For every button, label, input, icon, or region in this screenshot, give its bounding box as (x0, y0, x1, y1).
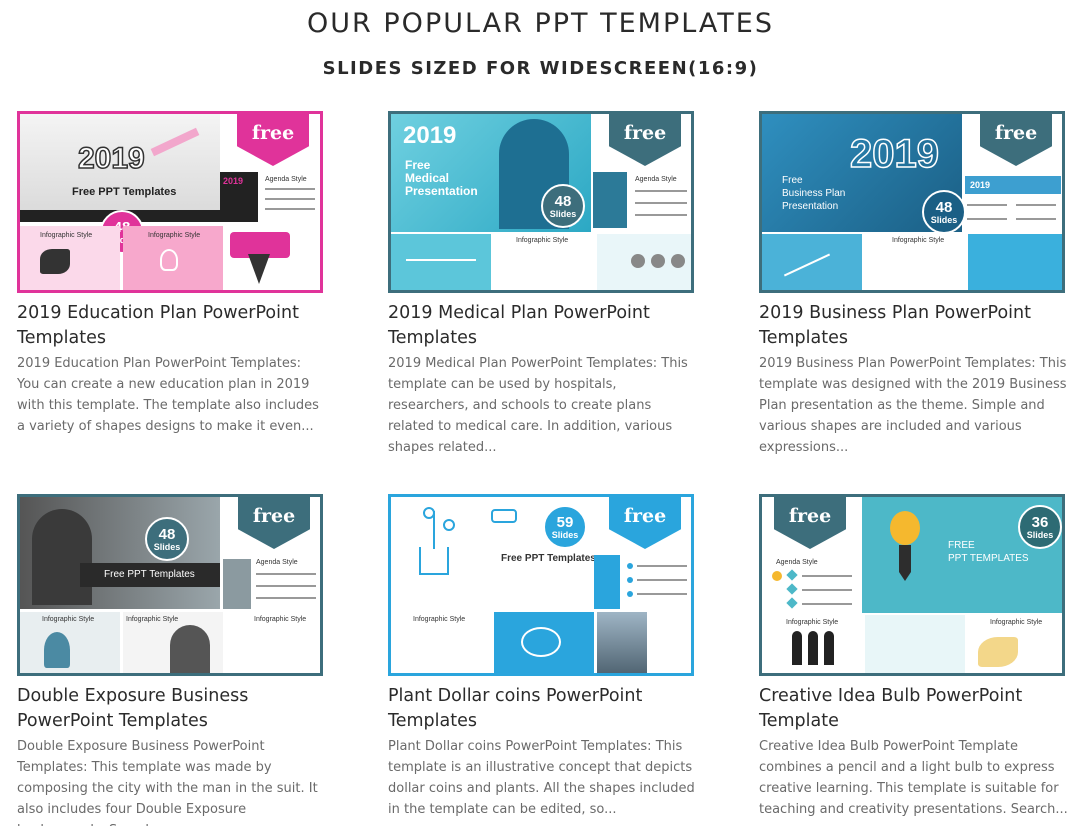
template-card[interactable]: 2019 Free Business Plan Presentation 48 S… (759, 111, 1067, 458)
slides-badge: 48 Slides (541, 184, 585, 228)
slides-badge: 36 Slides (1018, 505, 1062, 549)
hand-icon (978, 637, 1018, 667)
template-title[interactable]: Double Exposure Business PowerPoint Temp… (17, 684, 325, 734)
template-title[interactable]: 2019 Education Plan PowerPoint Templates (17, 301, 325, 351)
heartbeat-icon (406, 259, 476, 261)
page-title: OUR POPULAR PPT TEMPLATES (307, 8, 774, 39)
businessman-image (32, 509, 92, 605)
lightbulb-icon (890, 511, 920, 545)
thumb-heading: Free PPT Templates (72, 186, 177, 198)
free-ribbon: free (238, 497, 310, 549)
template-title[interactable]: 2019 Medical Plan PowerPoint Templates (388, 301, 696, 351)
brain-icon (521, 627, 561, 657)
free-ribbon: free (609, 497, 681, 549)
template-title[interactable]: Creative Idea Bulb PowerPoint Template (759, 684, 1067, 734)
dollar-coin-icon (443, 519, 455, 531)
template-title[interactable]: 2019 Business Plan PowerPoint Templates (759, 301, 1067, 351)
template-description: Creative Idea Bulb PowerPoint Template c… (759, 739, 1068, 817)
slides-badge: 48 Slides (922, 190, 966, 234)
watering-can-icon (491, 509, 517, 523)
template-thumbnail[interactable]: Free PPT Templates 59 Slides free Infogra… (388, 494, 694, 676)
template-description: Double Exposure Business PowerPoint Temp… (17, 739, 318, 826)
slides-badge: 59 Slides (543, 505, 587, 549)
template-description: 2019 Business Plan PowerPoint Templates:… (759, 356, 1067, 455)
template-thumbnail[interactable]: 2019 Free Business Plan Presentation 48 S… (759, 111, 1065, 293)
dollar-coin-icon (423, 507, 435, 519)
city-image (597, 612, 647, 673)
page-subtitle: SLIDES SIZED FOR WIDESCREEN(16:9) (322, 58, 759, 79)
plant-pot-icon (419, 547, 449, 575)
template-thumbnail[interactable]: 2019 Free Medical Presentation 48 Slides … (388, 111, 694, 293)
free-ribbon: free (609, 114, 681, 166)
template-description: 2019 Medical Plan PowerPoint Templates: … (388, 356, 688, 455)
template-thumbnail[interactable]: Free PPT Templates 48 Slides free Agenda … (17, 494, 323, 676)
template-description: Plant Dollar coins PowerPoint Templates:… (388, 739, 695, 817)
template-card[interactable]: free FREE PPT TEMPLATES 36 Slides Agenda … (759, 494, 1068, 820)
person-icon (792, 631, 802, 665)
feather-icon (40, 249, 70, 274)
free-ribbon: free (774, 497, 846, 549)
person-icon (824, 631, 834, 665)
person-icon (808, 631, 818, 665)
template-description: 2019 Education Plan PowerPoint Templates… (17, 356, 319, 434)
template-thumbnail[interactable]: 2019 Free PPT Templates free 2019 Agenda… (17, 111, 323, 293)
slides-badge: 48 Slides (145, 517, 189, 561)
rocket-icon (44, 632, 70, 668)
template-card[interactable]: Free PPT Templates 48 Slides free Agenda … (17, 494, 325, 826)
free-ribbon: free (237, 114, 309, 166)
free-ribbon: free (980, 114, 1052, 166)
lightbulb-icon (160, 249, 178, 271)
template-card[interactable]: Free PPT Templates 59 Slides free Infogra… (388, 494, 696, 820)
template-card[interactable]: 2019 Free Medical Presentation 48 Slides … (388, 111, 696, 458)
template-thumbnail[interactable]: free FREE PPT TEMPLATES 36 Slides Agenda … (759, 494, 1065, 676)
template-card[interactable]: 2019 Free PPT Templates free 2019 Agenda… (17, 111, 325, 437)
thumb-year: 2019 (77, 141, 145, 176)
template-title[interactable]: Plant Dollar coins PowerPoint Templates (388, 684, 696, 734)
